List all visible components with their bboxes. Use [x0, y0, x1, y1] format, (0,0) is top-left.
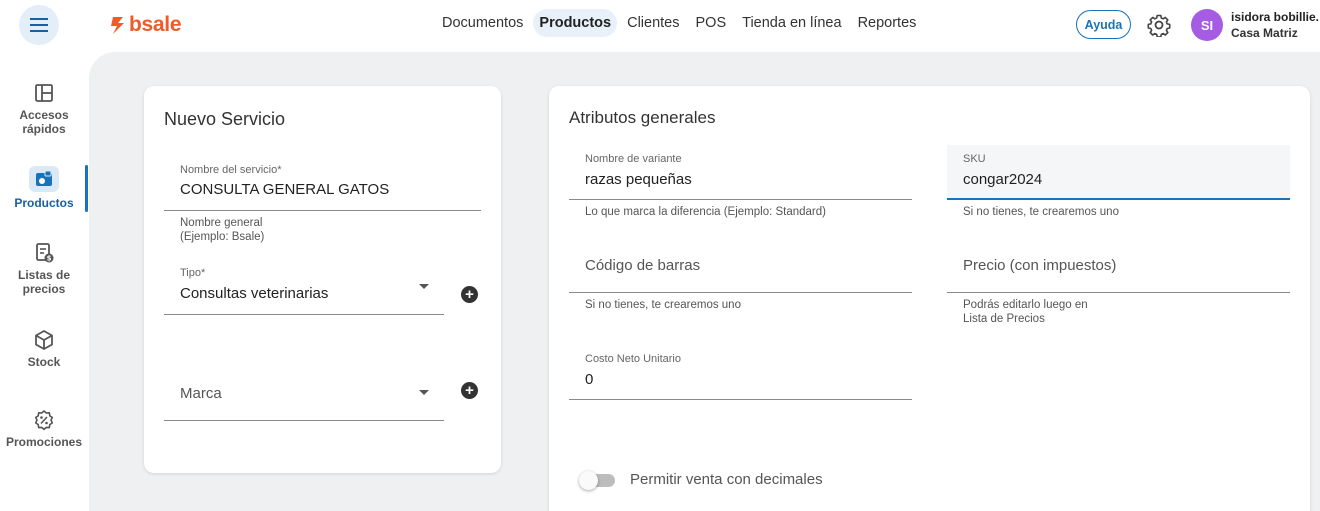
service-name-hint: Nombre general (Ejemplo: Bsale): [180, 216, 264, 244]
service-name-hint-line: (Ejemplo: Bsale): [180, 231, 265, 243]
price-placeholder: Precio (con impuestos): [963, 257, 1117, 274]
sku-value: congar2024: [963, 171, 1043, 188]
price-hint: Podrás editarlo luego en Lista de Precio…: [963, 298, 1088, 326]
barcode-placeholder: Código de barras: [585, 257, 701, 274]
settings-gear-icon[interactable]: [1147, 13, 1171, 37]
brand-placeholder: Marca: [180, 385, 222, 402]
main-nav: Documentos Productos Clientes POS Tienda…: [436, 9, 922, 37]
plus-icon: +: [465, 382, 474, 399]
hamburger-icon: [30, 18, 48, 32]
nav-pos[interactable]: POS: [690, 9, 733, 37]
help-button[interactable]: Ayuda: [1076, 10, 1131, 39]
price-field[interactable]: Precio (con impuestos): [947, 238, 1290, 293]
net-unit-cost-field[interactable]: Costo Neto Unitario 0: [569, 345, 912, 400]
nav-documentos[interactable]: Documentos: [436, 9, 529, 37]
sidebar-item-accesos-rapidos[interactable]: Accesos rápidos: [0, 82, 88, 136]
sidebar-label: Promociones: [5, 435, 83, 449]
service-name-field[interactable]: Nombre del servicio* CONSULTA GENERAL GA…: [164, 156, 481, 211]
nav-tienda-en-linea[interactable]: Tienda en línea: [736, 9, 847, 37]
barcode-hint: Si no tienes, te crearemos uno: [585, 299, 741, 311]
sidebar-item-listas-de-precios[interactable]: $ Listas de precios: [0, 242, 88, 296]
service-name-value: CONSULTA GENERAL GATOS: [180, 181, 390, 198]
logo-text: bsale: [129, 13, 182, 36]
variant-name-value: razas pequeñas: [585, 171, 692, 188]
service-type-value: Consultas veterinarias: [180, 285, 329, 302]
price-hint-line: Podrás editarlo luego en: [963, 299, 1088, 311]
add-brand-button[interactable]: +: [461, 382, 478, 399]
variant-name-hint: Lo que marca la diferencia (Ejemplo: Sta…: [585, 206, 826, 218]
sidebar-item-promociones[interactable]: Promociones: [0, 409, 88, 449]
service-type-label: Tipo*: [180, 267, 206, 279]
service-name-label: Nombre del servicio*: [180, 164, 282, 176]
user-name: isidora bobillie.: [1231, 10, 1320, 24]
sidebar-label: rápidos: [22, 122, 66, 136]
new-service-title: Nuevo Servicio: [164, 109, 286, 129]
general-attributes-title: Atributos generales: [569, 108, 716, 127]
sidebar-label: Listas de: [17, 268, 71, 282]
hamburger-menu-button[interactable]: [19, 5, 59, 45]
add-type-button[interactable]: +: [461, 286, 478, 303]
decimals-label: Permitir venta con decimales: [630, 471, 823, 488]
service-name-hint-line: Nombre general: [180, 217, 263, 229]
sidebar-item-stock[interactable]: Stock: [0, 329, 88, 369]
user-info[interactable]: isidora bobillie. Casa Matriz: [1231, 9, 1319, 41]
variant-name-field[interactable]: Nombre de variante razas pequeñas: [569, 145, 912, 200]
sidebar-label: precios: [22, 282, 66, 296]
sidebar-active-indicator: [85, 165, 88, 212]
user-branch: Casa Matriz: [1231, 26, 1298, 40]
nav-reportes[interactable]: Reportes: [852, 9, 923, 37]
chevron-down-icon: [419, 390, 429, 395]
bsale-logo[interactable]: bsale: [110, 13, 182, 37]
service-type-select[interactable]: Tipo* Consultas veterinarias: [164, 260, 444, 315]
sidebar: Accesos rápidos Productos $ Listas de pr…: [0, 52, 88, 511]
grid-layout-icon: [35, 84, 53, 102]
sku-field[interactable]: SKU congar2024: [947, 145, 1290, 200]
discount-badge-icon: [34, 410, 54, 431]
products-tag-icon: [36, 170, 52, 186]
barcode-field[interactable]: Código de barras: [569, 238, 912, 293]
plus-icon: +: [465, 286, 474, 303]
decimals-toggle[interactable]: [579, 471, 615, 490]
sidebar-item-productos[interactable]: Productos: [0, 166, 88, 210]
toggle-knob: [579, 471, 598, 490]
brand-select[interactable]: Marca: [164, 366, 444, 421]
bsale-logo-icon: [111, 17, 124, 34]
user-avatar[interactable]: SI: [1191, 9, 1223, 41]
top-bar: bsale Documentos Productos Clientes POS …: [0, 0, 1320, 52]
net-unit-cost-label: Costo Neto Unitario: [585, 353, 681, 365]
nav-clientes[interactable]: Clientes: [621, 9, 685, 37]
price-list-icon: $: [36, 243, 54, 263]
chevron-down-icon: [419, 284, 429, 289]
price-hint-line: Lista de Precios: [963, 313, 1045, 325]
sku-label: SKU: [963, 153, 986, 165]
variant-name-label: Nombre de variante: [585, 153, 682, 165]
nav-productos[interactable]: Productos: [533, 9, 618, 37]
sku-hint: Si no tienes, te crearemos uno: [963, 206, 1119, 218]
products-icon-bg: [29, 166, 59, 192]
net-unit-cost-value: 0: [585, 371, 594, 388]
sidebar-label: Productos: [14, 196, 74, 210]
sidebar-label: Stock: [27, 355, 61, 369]
svg-text:$: $: [47, 255, 52, 263]
sidebar-label: Accesos: [19, 108, 69, 122]
cube-icon: [35, 330, 53, 350]
